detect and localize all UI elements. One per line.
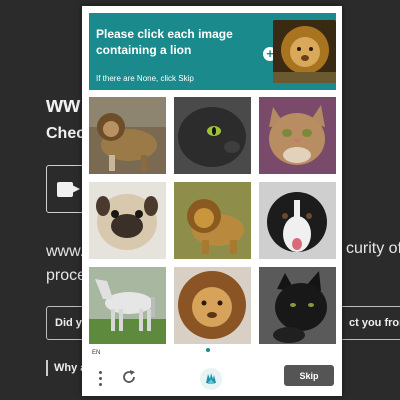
skip-button[interactable]: Skip <box>284 365 334 386</box>
image-tile-1[interactable] <box>89 97 166 174</box>
refresh-icon[interactable] <box>120 368 138 386</box>
image-tile-8[interactable] <box>174 267 251 344</box>
challenge-header: Please click each image containing a lio… <box>89 13 336 90</box>
image-tile-9[interactable] <box>259 267 336 344</box>
challenge-prompt: Please click each image containing a lio… <box>96 27 233 57</box>
challenge-hint: If there are None, click Skip <box>96 74 194 83</box>
page-indicator-dot <box>206 348 210 352</box>
video-camera-icon <box>57 182 80 197</box>
image-tile-7[interactable] <box>89 267 166 344</box>
image-tile-5[interactable] <box>174 182 251 259</box>
image-tile-3[interactable] <box>259 97 336 174</box>
menu-icon[interactable] <box>94 368 106 388</box>
page-heading: ww <box>46 92 81 117</box>
page-text-right: curity of <box>346 240 400 257</box>
captcha-challenge: Please click each image containing a lio… <box>82 6 342 396</box>
image-tile-2[interactable] <box>174 97 251 174</box>
hcaptcha-logo-icon <box>199 367 223 391</box>
image-tile-4[interactable] <box>89 182 166 259</box>
lion-example-image <box>273 20 336 83</box>
page-text-left-line1: www. <box>46 243 85 260</box>
page-text-left-line2: proce <box>46 267 87 284</box>
info-box-right: ct you from m <box>340 306 400 340</box>
language-selector[interactable]: EN <box>92 350 100 356</box>
image-tile-6[interactable] <box>259 182 336 259</box>
page-text-left: www. proce <box>46 240 86 288</box>
why-link[interactable]: Why a <box>46 360 86 376</box>
